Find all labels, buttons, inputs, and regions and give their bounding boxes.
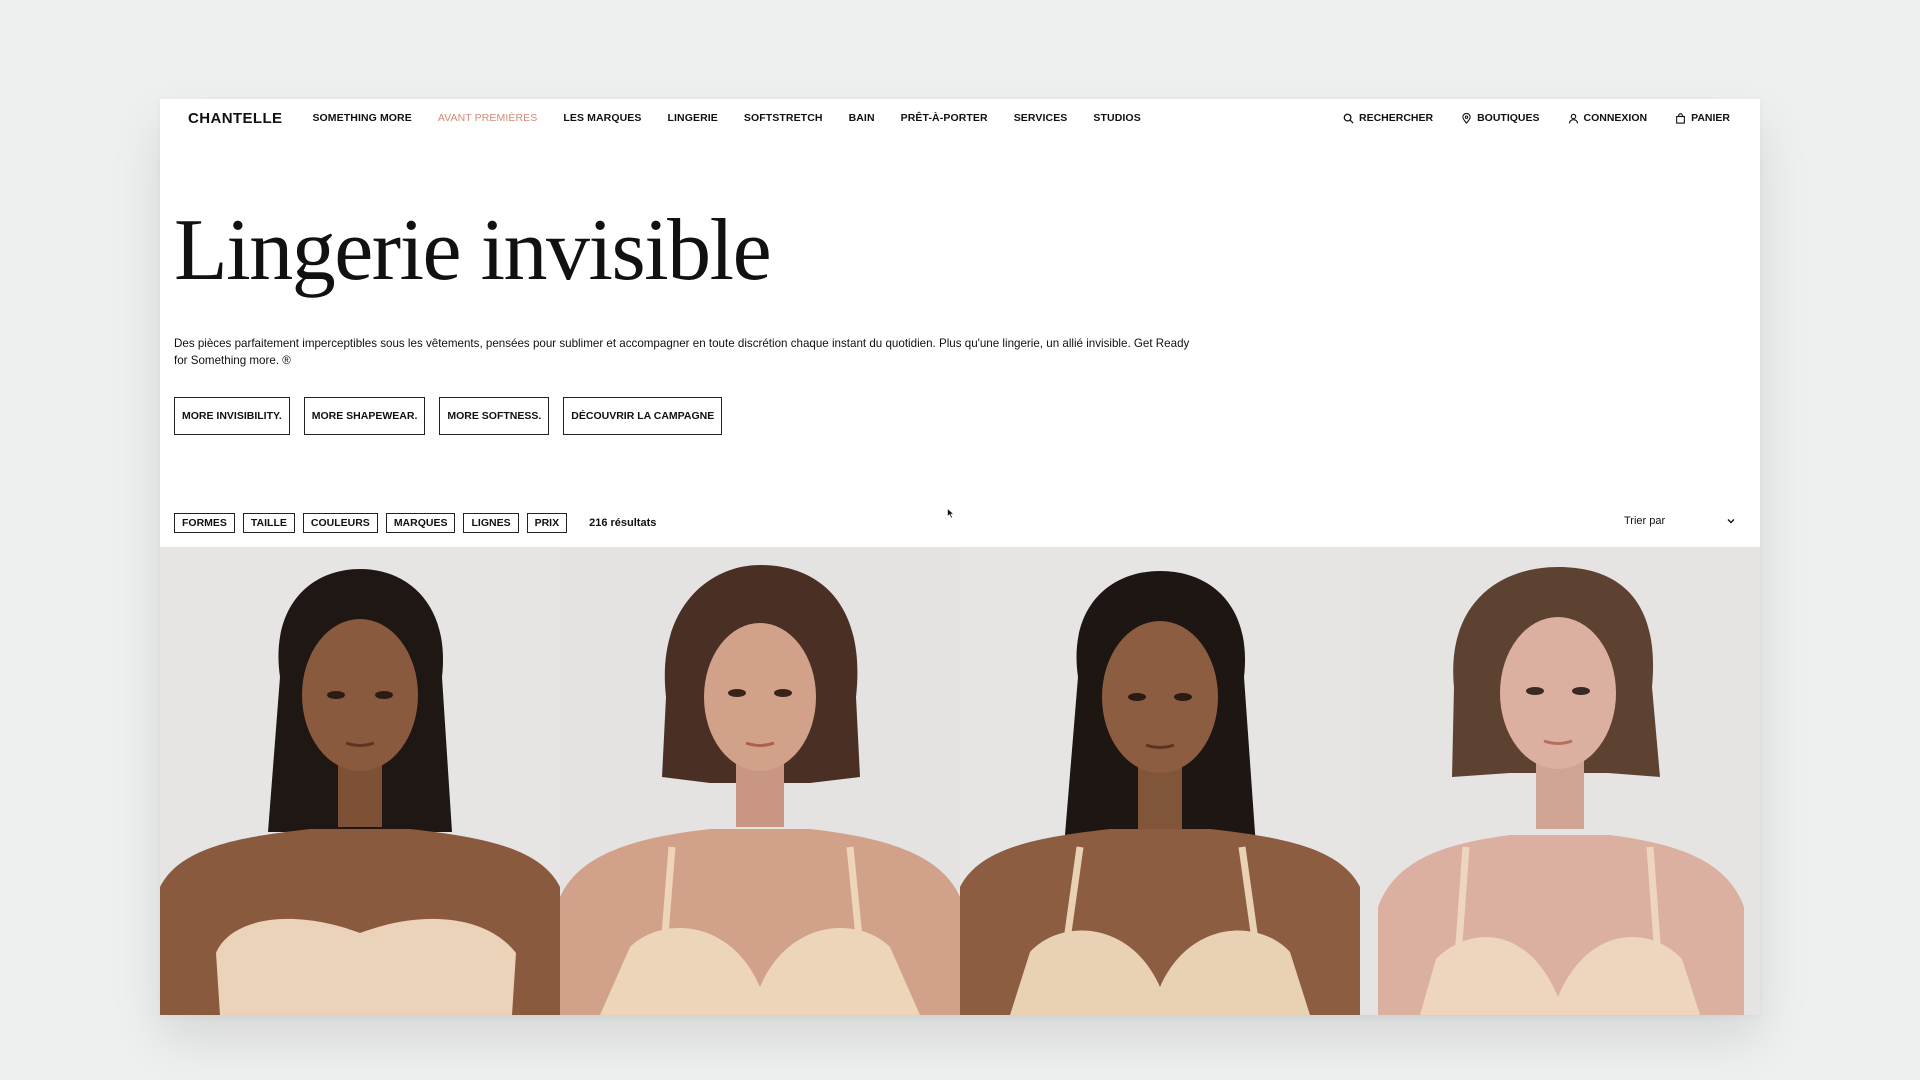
nav-item-les-marques[interactable]: LES MARQUES [563, 112, 641, 124]
search-label: RECHERCHER [1358, 112, 1434, 124]
stores-label: BOUTIQUES [1477, 112, 1540, 124]
nav-item-services[interactable]: SERVICES [1014, 112, 1068, 124]
nav-item-pret-a-porter[interactable]: PRÊT-À-PORTER [901, 112, 988, 124]
campaign-buttons: MORE INVISIBILITY. MORE SHAPEWEAR. MORE … [174, 397, 723, 435]
browser-window: CHANTELLE SOMETHING MORE AVANT PREMIÈRES… [160, 99, 1760, 1015]
page-description: Des pièces parfaitement imperceptibles s… [174, 335, 1224, 369]
filter-lignes[interactable]: LIGNES [463, 513, 519, 533]
search-icon [1343, 113, 1354, 124]
page-description-line-2: for Something more. ® [174, 354, 291, 367]
filter-formes[interactable]: FORMES [174, 513, 235, 533]
product-card[interactable] [160, 547, 560, 1015]
nav-item-avant-premieres[interactable]: AVANT PREMIÈRES [438, 112, 538, 124]
main-nav: SOMETHING MORE AVANT PREMIÈRES LES MARQU… [312, 112, 1166, 124]
sort-label: Trier par [1624, 515, 1666, 527]
product-card[interactable] [960, 547, 1360, 1015]
nav-item-softstretch[interactable]: SOFTSTRETCH [744, 112, 823, 124]
nav-item-studios[interactable]: STUDIOS [1093, 112, 1140, 124]
site-header: CHANTELLE SOMETHING MORE AVANT PREMIÈRES… [160, 99, 1760, 137]
more-invisibility-button[interactable]: MORE INVISIBILITY. [174, 397, 290, 435]
cart-label: PANIER [1691, 112, 1730, 124]
more-shapewear-button[interactable]: MORE SHAPEWEAR. [303, 397, 426, 435]
product-photo [560, 547, 960, 1015]
account-label: CONNEXION [1583, 112, 1648, 124]
mouse-cursor-icon [947, 508, 955, 519]
more-softness-button[interactable]: MORE SOFTNESS. [439, 397, 550, 435]
user-icon [1568, 113, 1578, 123]
cart-button[interactable]: PANIER [1675, 112, 1730, 124]
page-title: Lingerie invisible [174, 202, 772, 299]
product-photo [960, 547, 1360, 1015]
filter-couleurs[interactable]: COULEURS [302, 513, 378, 533]
filter-bar: FORMES TAILLE COULEURS MARQUES LIGNES PR… [174, 513, 656, 533]
page-description-line-1: Des pièces parfaitement imperceptibles s… [174, 337, 1190, 350]
product-grid [160, 547, 1760, 1015]
nav-item-lingerie[interactable]: LINGERIE [667, 112, 717, 124]
stores-button[interactable]: BOUTIQUES [1461, 112, 1540, 124]
product-card[interactable] [1360, 547, 1760, 1015]
product-photo [1360, 547, 1760, 1015]
sort-dropdown[interactable]: Trier par [1624, 515, 1736, 527]
nav-item-something-more[interactable]: SOMETHING MORE [312, 112, 411, 124]
brand-logo[interactable]: CHANTELLE [188, 110, 282, 127]
product-photo [160, 547, 560, 1015]
discover-campaign-button[interactable]: DÉCOUVRIR LA CAMPAGNE [563, 397, 723, 435]
location-pin-icon [1462, 112, 1471, 124]
chevron-down-icon [1727, 519, 1735, 524]
product-card[interactable] [560, 547, 960, 1015]
bag-icon [1676, 112, 1685, 124]
nav-item-bain[interactable]: BAIN [849, 112, 875, 124]
account-button[interactable]: CONNEXION [1568, 112, 1648, 124]
search-button[interactable]: RECHERCHER [1343, 112, 1433, 124]
filter-prix[interactable]: PRIX [526, 513, 568, 533]
filter-marques[interactable]: MARQUES [385, 513, 456, 533]
results-count: 216 résultats [589, 517, 657, 529]
filter-taille[interactable]: TAILLE [242, 513, 295, 533]
header-utilities: RECHERCHER BOUTIQUES CONNEXION PANIER [1343, 112, 1730, 124]
